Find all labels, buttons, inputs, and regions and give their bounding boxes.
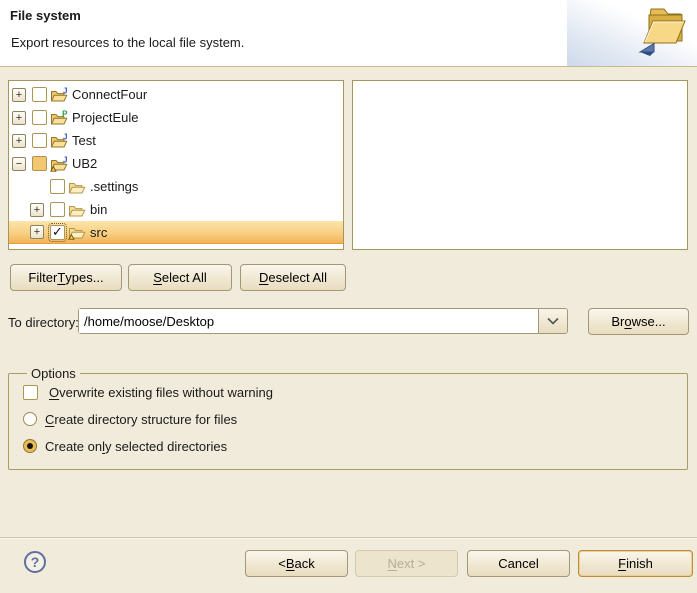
option-label: Create only selected directories: [45, 439, 227, 454]
tree-item-label: bin: [90, 202, 107, 217]
page-subtitle: Export resources to the local file syste…: [11, 35, 244, 50]
resource-tree[interactable]: + J ConnectFour + P ProjectEule +: [8, 80, 344, 250]
option-label: Overwrite existing files without warning: [49, 385, 273, 400]
tree-row-ub2[interactable]: − J UB2: [9, 152, 343, 175]
deselect-all-button[interactable]: Deselect All: [240, 264, 346, 291]
option-label: Create directory structure for files: [45, 412, 237, 427]
directory-input[interactable]: [79, 309, 538, 333]
tree-item-label: .settings: [90, 179, 138, 194]
expander-icon[interactable]: +: [12, 88, 26, 102]
option-overwrite[interactable]: Overwrite existing files without warning: [23, 384, 687, 400]
tree-row-projecteule[interactable]: + P ProjectEule: [9, 106, 343, 129]
checkbox-grayed[interactable]: [32, 156, 47, 171]
options-legend: Options: [27, 366, 80, 381]
expander-icon[interactable]: +: [12, 134, 26, 148]
java-project-folder-icon: J: [50, 133, 68, 149]
option-create-structure[interactable]: Create directory structure for files: [23, 411, 687, 427]
radio-unselected[interactable]: [23, 412, 37, 426]
svg-text:P: P: [62, 110, 68, 119]
export-folder-icon: [627, 2, 689, 62]
svg-text:J: J: [63, 156, 67, 165]
directory-combo: [78, 308, 568, 334]
checkbox[interactable]: [32, 110, 47, 125]
tree-row-bin[interactable]: + bin: [9, 198, 343, 221]
options-group: Options Overwrite existing files without…: [8, 366, 688, 470]
folder-icon: [68, 179, 86, 195]
tree-item-label: src: [90, 225, 107, 240]
collapse-icon[interactable]: −: [12, 157, 26, 171]
checkbox-checked[interactable]: [50, 225, 65, 240]
select-all-button[interactable]: Select All: [128, 264, 232, 291]
expander-icon[interactable]: +: [30, 225, 44, 239]
expander-icon[interactable]: +: [12, 111, 26, 125]
finish-button[interactable]: Finish: [578, 550, 693, 577]
tree-item-label: Test: [72, 133, 96, 148]
checkbox[interactable]: [23, 385, 38, 400]
checkbox[interactable]: [32, 87, 47, 102]
checkbox[interactable]: [50, 179, 65, 194]
wizard-header: File system Export resources to the loca…: [0, 0, 697, 67]
tree-row-connectfour[interactable]: + J ConnectFour: [9, 83, 343, 106]
folder-warning-icon: [68, 224, 86, 240]
option-create-selected[interactable]: Create only selected directories: [23, 438, 687, 454]
browse-button[interactable]: Browse...: [588, 308, 689, 335]
help-button[interactable]: ?: [24, 551, 46, 573]
checkbox[interactable]: [50, 202, 65, 217]
to-directory-label: To directory:: [8, 315, 79, 330]
tree-item-label: UB2: [72, 156, 97, 171]
tree-item-label: ConnectFour: [72, 87, 147, 102]
back-button[interactable]: < Back: [245, 550, 348, 577]
expander-icon[interactable]: +: [30, 203, 44, 217]
project-folder-icon: P: [50, 110, 68, 126]
combo-dropdown-button[interactable]: [538, 309, 567, 333]
radio-selected[interactable]: [23, 439, 37, 453]
java-project-folder-icon: J: [50, 87, 68, 103]
svg-text:J: J: [63, 87, 67, 96]
tree-row-test[interactable]: + J Test: [9, 129, 343, 152]
cancel-button[interactable]: Cancel: [467, 550, 570, 577]
checkbox[interactable]: [32, 133, 47, 148]
java-project-folder-warning-icon: J: [50, 156, 68, 172]
footer-divider-highlight: [0, 538, 697, 539]
tree-row-settings[interactable]: .settings: [9, 175, 343, 198]
folder-icon: [68, 202, 86, 218]
chevron-down-icon: [547, 317, 559, 325]
tree-item-label: ProjectEule: [72, 110, 138, 125]
next-button-disabled: Next >: [355, 550, 458, 577]
export-file-system-dialog: File system Export resources to the loca…: [0, 0, 697, 593]
tree-row-src-selected[interactable]: + src: [9, 221, 343, 244]
file-list-panel[interactable]: [352, 80, 688, 250]
page-title: File system: [10, 8, 81, 23]
filter-types-button[interactable]: Filter Types...: [10, 264, 122, 291]
svg-text:J: J: [63, 133, 67, 142]
